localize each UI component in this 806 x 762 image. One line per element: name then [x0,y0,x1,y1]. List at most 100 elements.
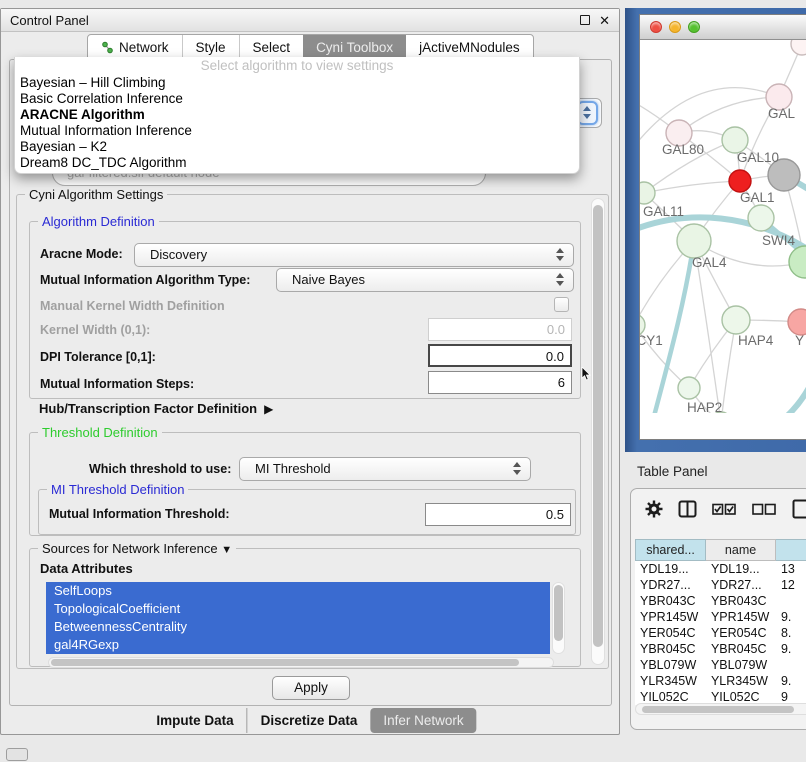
table-body: YDL19...YDL19...13YDR27...YDR27...12YBR0… [635,561,806,705]
float-window-icon[interactable] [580,15,590,25]
network-icon [101,41,114,54]
network-node[interactable] [788,309,806,335]
apply-button[interactable]: Apply [272,676,350,700]
which-threshold-combo[interactable]: MI Threshold [239,457,531,481]
table-cell [776,657,806,673]
tab-infer-network[interactable]: Infer Network [370,708,476,733]
threshold-definition-group: Threshold Definition Which threshold to … [29,432,581,536]
data-attribute-item[interactable]: gal4RGexp [46,636,550,654]
table-cell: 8. [776,625,806,641]
group-title: Threshold Definition [38,425,162,440]
node-label: GAL4 [692,255,727,270]
dock-panel-icon[interactable] [6,748,28,761]
network-canvas[interactable]: GALGAL80GAL10GAL1GAL11SWI4GAL4GCY1HAP4YH… [640,40,806,413]
group-title: Cyni Algorithm Settings [25,187,167,202]
column-header-shared[interactable]: shared... [635,539,706,561]
aracne-mode-label: Aracne Mode: [40,247,123,261]
data-attribute-item[interactable]: BetweennessCentrality [46,618,550,636]
network-window: GALGAL80GAL10GAL1GAL11SWI4GAL4GCY1HAP4YH… [639,14,806,440]
network-node[interactable] [640,182,655,204]
table-row[interactable]: YDR27...YDR27...12 [635,577,806,593]
tab-discretize-data[interactable]: Discretize Data [247,708,371,733]
table-row[interactable]: YBR043CYBR043C [635,593,806,609]
mi-threshold-field[interactable]: 0.5 [425,503,571,526]
network-frame[interactable]: GALGAL80GAL10GAL1GAL11SWI4GAL4GCY1HAP4YH… [625,8,806,452]
table-cell: 9. [776,641,806,657]
table-hscrollbar-thumb[interactable] [642,706,794,713]
mouse-cursor [581,367,593,382]
table-row[interactable]: YPR145WYPR145W9. [635,609,806,625]
dropdown-items: Bayesian – Hill ClimbingBasic Correlatio… [15,75,579,171]
hub-definition-expander[interactable]: Hub/Transcription Factor Definition ▶ [39,401,273,416]
control-panel-titlebar: Control Panel ✕ [1,9,619,32]
node-table: shared... name YDL19...YDL19...13YDR27..… [635,539,806,705]
algorithm-option[interactable]: Bayesian – Hill Climbing [15,75,579,91]
network-graph [640,40,806,413]
column-header-name[interactable]: name [706,539,776,561]
sources-expander[interactable]: Sources for Network Inference ▼ [38,541,236,556]
settings-scrollbar[interactable] [591,198,605,665]
table-row[interactable]: YBL079WYBL079W [635,657,806,673]
table-cell: 12 [776,577,806,593]
column-header-clipped[interactable] [776,539,806,561]
table-cell: YBR045C [706,641,776,657]
node-label: GAL80 [662,142,704,157]
node-label: SWI4 [762,233,795,248]
attributes-hscrollbar[interactable] [48,657,554,668]
table-row[interactable]: YBR045CYBR045C9. [635,641,806,657]
data-attributes-label: Data Attributes [40,561,133,576]
tab-impute-data[interactable]: Impute Data [143,708,246,733]
aracne-mode-combo[interactable]: Discovery [134,243,574,267]
algorithm-option[interactable]: Basic Correlation Inference [15,91,579,107]
table-hscrollbar[interactable] [635,703,806,715]
network-node[interactable] [722,306,750,334]
unchecked-boxes-icon[interactable] [752,501,777,517]
attributes-hscrollbar-thumb[interactable] [51,659,519,666]
manual-kernel-checkbox[interactable] [554,297,569,312]
data-attribute-item[interactable]: TopologicalCoefficient [46,600,550,618]
table-cell: YBR045C [635,641,706,657]
table-panel-title: Table Panel [637,464,708,479]
mi-steps-label: Mutual Information Steps: [40,377,194,391]
checked-boxes-icon[interactable] [712,501,737,517]
table-row[interactable]: YDL19...YDL19...13 [635,561,806,577]
network-node[interactable] [789,246,806,278]
algorithm-definition-group: Algorithm Definition Aracne Mode: Discov… [29,221,581,399]
hub-definition-label: Hub/Transcription Factor Definition [39,401,257,416]
table-row[interactable]: YLR345WYLR345W9. [635,673,806,689]
close-icon[interactable]: ✕ [599,14,610,27]
settings-scrollbar-thumb[interactable] [593,205,603,647]
group-title: MI Threshold Definition [47,482,188,497]
table-cell: YER054C [706,625,776,641]
tab-label: Select [253,40,291,55]
dpi-tolerance-field[interactable]: 0.0 [428,344,572,367]
close-traffic-light-icon[interactable] [650,21,662,33]
attributes-scrollbar[interactable] [552,582,565,654]
document-icon[interactable] [792,499,806,519]
network-node[interactable] [791,40,806,55]
network-window-titlebar[interactable] [640,15,806,40]
combo-arrow-button[interactable] [577,101,598,125]
mi-type-combo[interactable]: Naive Bayes [276,268,574,292]
network-node[interactable] [677,224,711,258]
algorithm-option[interactable]: Bayesian – K2 [15,139,579,155]
data-attributes-list[interactable]: SelfLoopsTopologicalCoefficientBetweenne… [46,582,550,654]
algorithm-option[interactable]: Dream8 DC_TDC Algorithm [15,155,579,171]
network-edge [679,97,779,133]
zoom-traffic-light-icon[interactable] [688,21,700,33]
kernel-width-field[interactable]: 0.0 [428,318,572,341]
network-node[interactable] [748,205,774,231]
data-attribute-item[interactable]: SelfLoops [46,582,550,600]
network-node[interactable] [678,377,700,399]
table-row[interactable]: YER054CYER054C8. [635,625,806,641]
split-columns-icon[interactable] [678,500,697,518]
minimize-traffic-light-icon[interactable] [669,21,681,33]
mi-steps-field[interactable]: 6 [428,371,572,394]
network-node[interactable] [729,170,751,192]
table-cell: YLR345W [635,673,706,689]
algorithm-option[interactable]: ARACNE Algorithm [15,107,579,123]
attributes-scrollbar-thumb[interactable] [554,585,563,641]
table-cell: 9. [776,673,806,689]
algorithm-option[interactable]: Mutual Information Inference [15,123,579,139]
gear-icon[interactable] [645,500,663,518]
